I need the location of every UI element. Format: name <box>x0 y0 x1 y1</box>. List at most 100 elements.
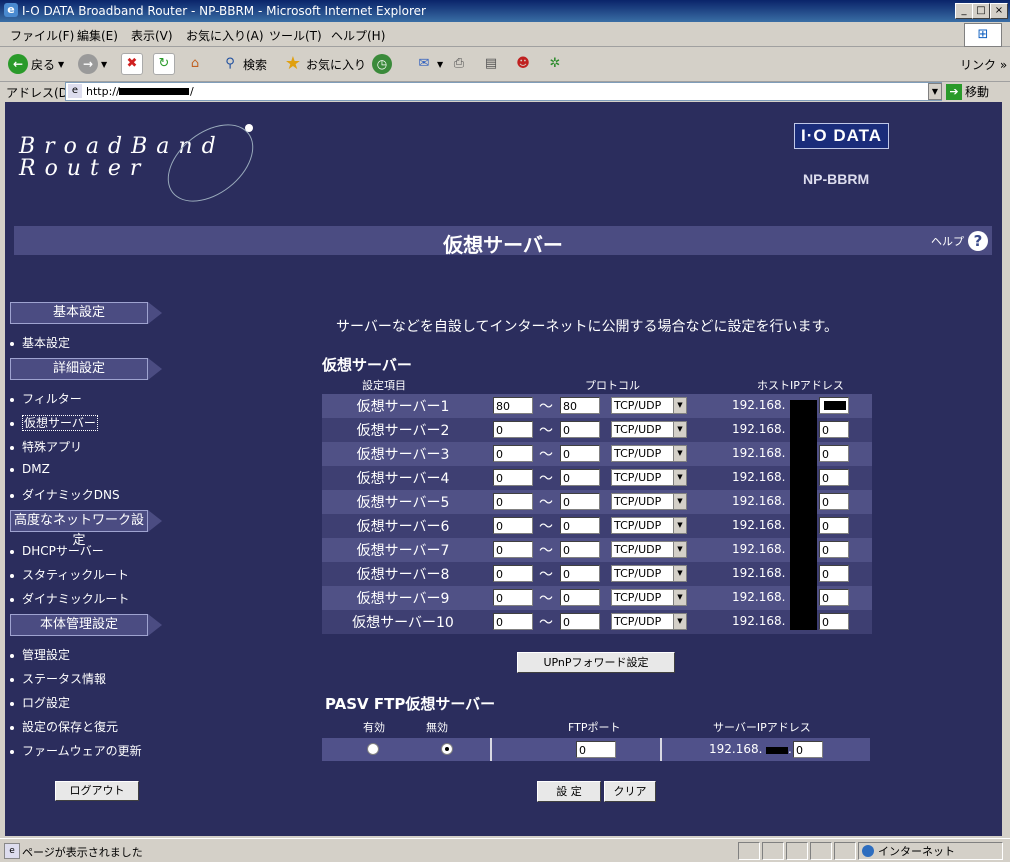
menu-view[interactable]: 表示(V) <box>131 27 173 44</box>
maximize-button[interactable]: □ <box>972 3 990 19</box>
port-to-input[interactable]: 0 <box>560 493 600 510</box>
history-button[interactable]: ◷ <box>372 52 392 76</box>
port-from-input[interactable]: 0 <box>493 517 533 534</box>
nav-item-admin[interactable]: 管理設定 <box>10 646 70 663</box>
port-to-input[interactable]: 0 <box>560 613 600 630</box>
port-from-input[interactable]: 0 <box>493 541 533 558</box>
set-button[interactable]: 設 定 <box>537 781 601 802</box>
forward-dropdown-icon[interactable]: ▼ <box>101 60 107 69</box>
ip-last-octet-input[interactable]: 0 <box>819 469 849 486</box>
protocol-select[interactable]: TCP/UDP ▼ <box>611 397 687 414</box>
help-link[interactable]: ヘルプ ? <box>931 231 988 251</box>
go-button[interactable]: ➔ 移動 <box>946 83 989 100</box>
port-from-input[interactable]: 0 <box>493 613 533 630</box>
nav-item-label: ステータス情報 <box>22 672 107 686</box>
search-label: 検索 <box>243 57 268 72</box>
nav-item-basic[interactable]: 基本設定 <box>10 334 70 351</box>
menu-edit[interactable]: 編集(E) <box>77 27 118 44</box>
clear-button[interactable]: クリア <box>604 781 656 802</box>
protocol-value: TCP/UDP <box>614 495 662 508</box>
nav-item-virtual-server[interactable]: 仮想サーバー <box>10 414 98 431</box>
logo-line2: Router <box>19 156 150 181</box>
nav-item-firmware[interactable]: ファームウェアの更新 <box>10 742 142 759</box>
port-to-input[interactable]: 0 <box>560 469 600 486</box>
nav-item-dhcp[interactable]: DHCPサーバー <box>10 542 104 559</box>
ip-last-octet-input[interactable]: 0 <box>819 541 849 558</box>
port-to-input[interactable]: 0 <box>560 589 600 606</box>
port-from-input[interactable]: 0 <box>493 469 533 486</box>
ip-prefix: 192.168. <box>732 446 786 460</box>
logout-button[interactable]: ログアウト <box>55 781 139 801</box>
menu-file[interactable]: ファイル(F) <box>10 27 74 44</box>
port-to-input[interactable]: 0 <box>560 517 600 534</box>
links-button[interactable]: リンク » <box>960 52 1007 76</box>
nav-item-save-restore[interactable]: 設定の保存と復元 <box>10 718 118 735</box>
protocol-select[interactable]: TCP/UDP ▼ <box>611 445 687 462</box>
ip-last-octet-input[interactable]: 0 <box>819 493 849 510</box>
nav-item-dynamic-route[interactable]: ダイナミックルート <box>10 590 129 607</box>
stop-button[interactable]: ✖ <box>121 52 143 76</box>
edit-button[interactable]: ▤ <box>481 52 501 76</box>
back-dropdown-icon[interactable]: ▼ <box>58 60 64 69</box>
go-arrow-icon: ➔ <box>946 83 962 100</box>
port-to-input[interactable]: 0 <box>560 445 600 462</box>
refresh-button[interactable]: ↻ <box>153 52 175 76</box>
protocol-select[interactable]: TCP/UDP ▼ <box>611 613 687 630</box>
mail-dropdown-icon[interactable]: ▼ <box>437 60 443 69</box>
port-from-input[interactable]: 0 <box>493 421 533 438</box>
port-to-input[interactable]: 80 <box>560 397 600 414</box>
back-button[interactable]: ← 戻る ▼ <box>8 52 64 76</box>
pasv-disable-radio[interactable] <box>441 743 453 755</box>
menu-favorites[interactable]: お気に入り(A) <box>186 27 264 44</box>
port-from-input[interactable]: 0 <box>493 493 533 510</box>
port-to-input[interactable]: 0 <box>560 421 600 438</box>
ip-last-octet-input[interactable]: 0 <box>819 421 849 438</box>
print-button[interactable]: ⎙ <box>449 52 469 76</box>
nav-item-dmz[interactable]: DMZ <box>10 462 50 476</box>
protocol-select[interactable]: TCP/UDP ▼ <box>611 589 687 606</box>
close-button[interactable]: × <box>990 3 1008 19</box>
port-from-input[interactable]: 0 <box>493 589 533 606</box>
port-to-input[interactable]: 0 <box>560 541 600 558</box>
ftp-port-input[interactable]: 0 <box>576 741 616 758</box>
address-dropdown-button[interactable]: ▼ <box>928 83 942 100</box>
mail-button[interactable]: ✉ ▼ <box>414 52 444 76</box>
nav-item-status[interactable]: ステータス情報 <box>10 670 106 687</box>
protocol-select[interactable]: TCP/UDP ▼ <box>611 493 687 510</box>
menu-help[interactable]: ヘルプ(H) <box>331 27 385 44</box>
ip-last-octet-input[interactable]: 0 <box>819 613 849 630</box>
pasv-enable-radio[interactable] <box>367 743 379 755</box>
port-from-input[interactable]: 0 <box>493 445 533 462</box>
ip-last-octet-input[interactable]: 0 <box>819 445 849 462</box>
home-button[interactable]: ⌂ <box>185 52 205 76</box>
protocol-select[interactable]: TCP/UDP ▼ <box>611 421 687 438</box>
minimize-button[interactable]: _ <box>955 3 973 19</box>
port-from-input[interactable]: 80 <box>493 397 533 414</box>
search-button[interactable]: ⚲ 検索 <box>220 52 267 76</box>
help-icon: ? <box>968 231 988 251</box>
upnp-forward-button[interactable]: UPnPフォワード設定 <box>517 652 675 673</box>
nav-item-static-route[interactable]: スタティックルート <box>10 566 129 583</box>
port-to-input[interactable]: 0 <box>560 565 600 582</box>
ip-last-octet-input[interactable]: 0 <box>819 589 849 606</box>
nav-item-special-app[interactable]: 特殊アプリ <box>10 438 82 455</box>
ip-last-octet-input[interactable]: 0 <box>819 517 849 534</box>
favorites-button[interactable]: ★ お気に入り <box>283 52 366 76</box>
protocol-select[interactable]: TCP/UDP ▼ <box>611 565 687 582</box>
address-input[interactable]: e http:// / <box>65 82 942 101</box>
protocol-select[interactable]: TCP/UDP ▼ <box>611 517 687 534</box>
messenger-button[interactable]: ☻ <box>513 52 533 76</box>
protocol-value: TCP/UDP <box>614 591 662 604</box>
forward-button[interactable]: → ▼ <box>78 52 107 76</box>
protocol-select[interactable]: TCP/UDP ▼ <box>611 469 687 486</box>
ip-last-octet-input[interactable]: 0 <box>819 565 849 582</box>
nav-item-ddns[interactable]: ダイナミックDNS <box>10 486 120 503</box>
discuss-button[interactable]: ✲ <box>545 52 565 76</box>
menu-tools[interactable]: ツール(T) <box>269 27 322 44</box>
ip-last-octet-input[interactable] <box>819 397 849 414</box>
protocol-select[interactable]: TCP/UDP ▼ <box>611 541 687 558</box>
nav-item-log[interactable]: ログ設定 <box>10 694 70 711</box>
ftp-ip-last-input[interactable]: 0 <box>793 741 823 758</box>
port-from-input[interactable]: 0 <box>493 565 533 582</box>
nav-item-filter[interactable]: フィルター <box>10 390 82 407</box>
